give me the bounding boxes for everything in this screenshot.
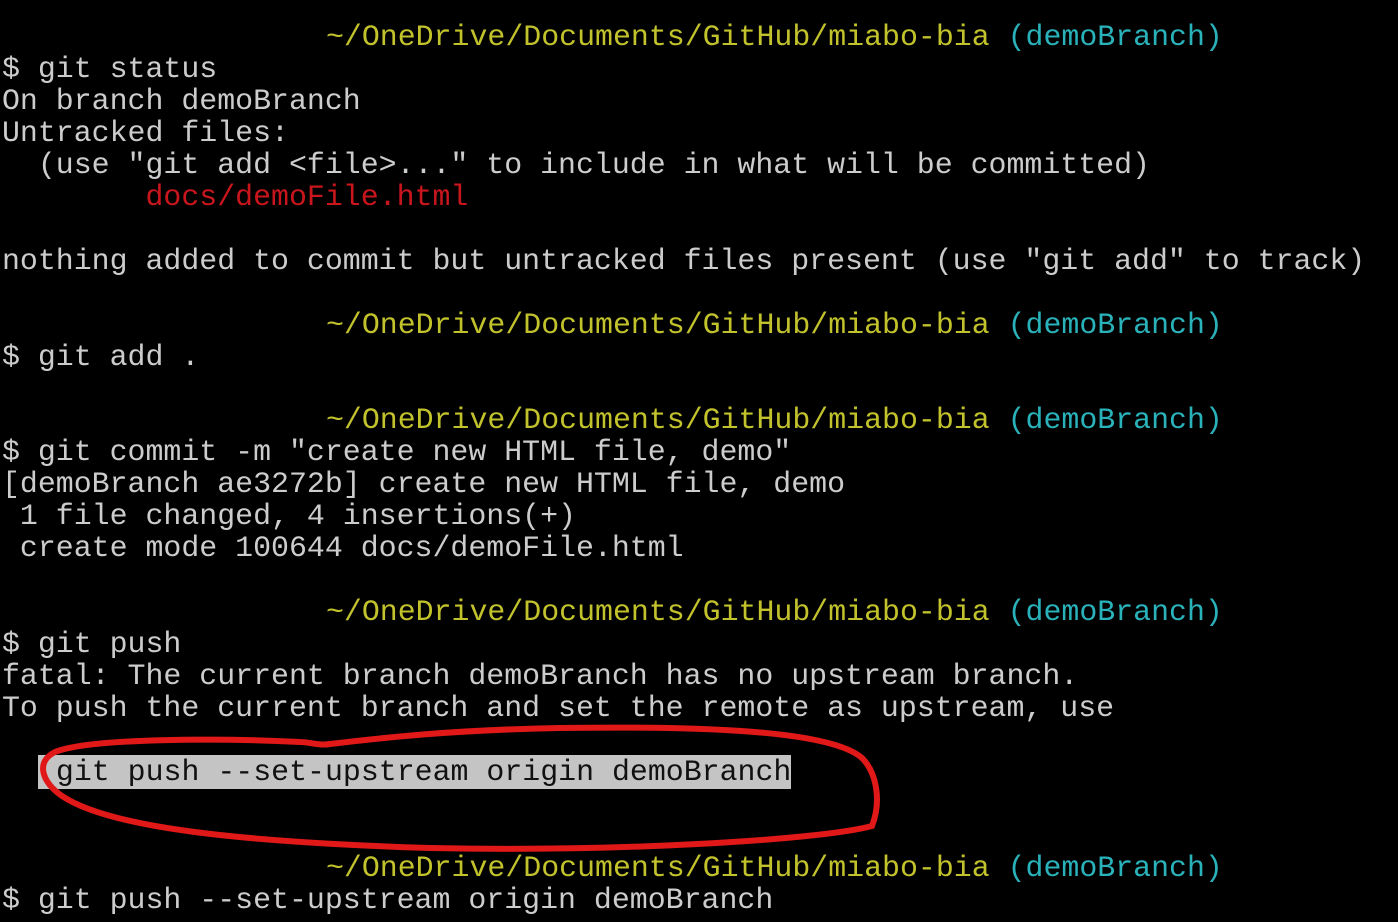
command-line: $ git push <box>2 627 182 661</box>
prompt-path: ~/OneDrive/Documents/GitHub/miabo-bia <box>326 308 990 342</box>
output-line: [demoBranch ae3272b] create new HTML fil… <box>2 467 846 501</box>
output-line: create mode 100644 docs/demoFile.html <box>2 531 684 565</box>
output-line: 1 file changed, 4 insertions(+) <box>2 499 576 533</box>
prompt: ~/OneDrive/Documents/GitHub/miabo-bia (d… <box>326 404 1223 436</box>
prompt-path: ~/OneDrive/Documents/GitHub/miabo-bia <box>326 595 990 629</box>
output-line: Untracked files: <box>2 116 289 150</box>
command-line: $ git add . <box>2 340 200 374</box>
prompt-path: ~/OneDrive/Documents/GitHub/miabo-bia <box>326 851 990 885</box>
prompt: ~/OneDrive/Documents/GitHub/miabo-bia (d… <box>326 309 1223 341</box>
prompt-branch: (demoBranch) <box>1007 20 1223 54</box>
output-line: On branch demoBranch <box>2 84 361 118</box>
output-line: To push the current branch and set the r… <box>2 691 1115 725</box>
output-line: nothing added to commit but untracked fi… <box>2 244 1366 278</box>
command-line: $ git push --set-upstream origin demoBra… <box>2 883 774 917</box>
prompt-path: ~/OneDrive/Documents/GitHub/miabo-bia <box>326 20 990 54</box>
prompt: ~/OneDrive/Documents/GitHub/miabo-bia (d… <box>326 596 1223 628</box>
command-line: $ git commit -m "create new HTML file, d… <box>2 435 792 469</box>
prompt-branch: (demoBranch) <box>1007 851 1223 885</box>
error-line: fatal: The current branch demoBranch has… <box>2 659 1079 693</box>
prompt-branch: (demoBranch) <box>1007 308 1223 342</box>
output-line: (use "git add <file>..." to include in w… <box>2 148 1150 182</box>
prompt-path: ~/OneDrive/Documents/GitHub/miabo-bia <box>326 403 990 437</box>
untracked-file: docs/demoFile.html <box>2 180 469 214</box>
suggested-command[interactable]: git push --set-upstream origin demoBranc… <box>38 755 792 789</box>
selected-text[interactable]: git push --set-upstream origin demoBranc… <box>38 755 792 789</box>
prompt: ~/OneDrive/Documents/GitHub/miabo-bia (d… <box>326 21 1223 53</box>
command-line: $ git status <box>2 52 218 86</box>
prompt: ~/OneDrive/Documents/GitHub/miabo-bia (d… <box>326 852 1223 884</box>
prompt-branch: (demoBranch) <box>1007 403 1223 437</box>
prompt-branch: (demoBranch) <box>1007 595 1223 629</box>
